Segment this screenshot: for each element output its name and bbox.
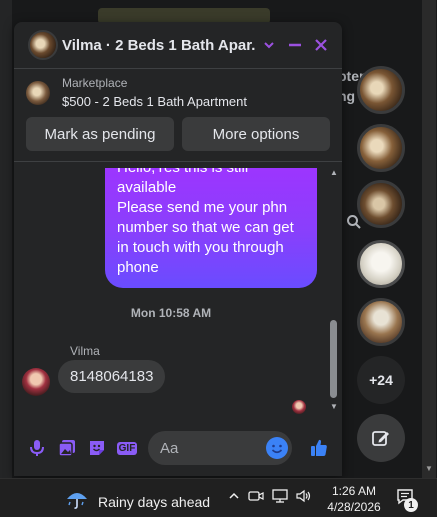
taskbar: Rainy days ahead 1:26 AM 4/28/2026 1 [0,478,437,517]
thread-scrollbar[interactable]: ▲ ▼ [328,168,340,414]
contact-avatar[interactable] [357,180,405,228]
scroll-thumb[interactable] [330,320,337,398]
camera-icon[interactable] [248,489,264,506]
more-contacts-button[interactable]: +24 [357,356,405,404]
contact-avatar[interactable] [357,298,405,346]
microphone-icon[interactable] [22,433,52,463]
sticker-icon[interactable] [82,433,112,463]
system-tray [228,489,312,506]
message-input[interactable]: Aa [148,431,292,465]
page-scrollbar[interactable]: ▼ [422,0,436,478]
clock-time: 1:26 AM [331,484,377,498]
chevron-up-icon[interactable] [228,490,240,505]
network-icon[interactable] [272,489,288,506]
chat-window: Vilma · 2 Beds 1 Bath Apar... Marketplac… [14,22,342,476]
sender-avatar[interactable] [22,368,50,396]
gif-icon[interactable]: GIF [112,433,142,463]
umbrella-rain-icon [64,487,90,516]
page-scroll-down-icon[interactable]: ▼ [425,464,433,473]
taskbar-clock[interactable]: 1:26 AM 4/28/2026 [326,483,382,515]
listing-title: $500 - 2 Beds 1 Bath Apartment [62,94,248,109]
chat-title[interactable]: Vilma · 2 Beds 1 Bath Apar... [62,37,256,54]
contact-avatar[interactable] [357,66,405,114]
contacts-rail: +24 [357,0,407,478]
thumbs-up-icon[interactable] [304,433,334,463]
marketplace-listing[interactable]: Marketplace $500 - 2 Beds 1 Bath Apartme… [14,69,342,117]
more-options-button[interactable]: More options [182,117,330,151]
mark-as-pending-button[interactable]: Mark as pending [26,117,174,151]
weather-text: Rainy days ahead [98,493,211,510]
background-left-strip [0,0,12,478]
message-thread[interactable]: Hello,Yes this is still available Please… [14,168,342,418]
marketplace-label: Marketplace [62,76,128,90]
close-icon[interactable] [308,32,334,58]
scroll-up-arrow-icon[interactable]: ▲ [330,168,338,177]
scroll-down-arrow-icon[interactable]: ▼ [330,402,338,411]
clock-date: 4/28/2026 [327,500,381,514]
message-timestamp: Mon 10:58 AM [130,306,212,320]
photo-icon[interactable] [52,433,82,463]
outgoing-message[interactable]: Hello,Yes this is still available Please… [105,168,317,288]
notification-badge: 1 [404,498,418,512]
sender-name: Vilma [70,344,100,358]
seen-avatar [292,400,306,414]
new-message-icon[interactable] [357,414,405,462]
minimize-icon[interactable] [282,32,308,58]
contact-avatar[interactable] [357,240,405,288]
weather-widget[interactable]: Rainy days ahead [64,487,210,516]
contact-avatar[interactable] [357,124,405,172]
listing-actions: Mark as pending More options [14,117,342,161]
volume-icon[interactable] [296,489,312,506]
incoming-message[interactable]: 8148064183 [58,360,166,393]
emoji-icon[interactable] [266,437,288,459]
chevron-down-icon[interactable] [256,32,282,58]
message-input-placeholder: Aa [160,439,179,457]
actions-divider [14,161,342,162]
listing-avatar[interactable] [28,30,58,60]
message-composer: GIF Aa [14,426,342,470]
chat-header: Vilma · 2 Beds 1 Bath Apar... [14,22,342,68]
listing-thumbnail [26,81,50,105]
